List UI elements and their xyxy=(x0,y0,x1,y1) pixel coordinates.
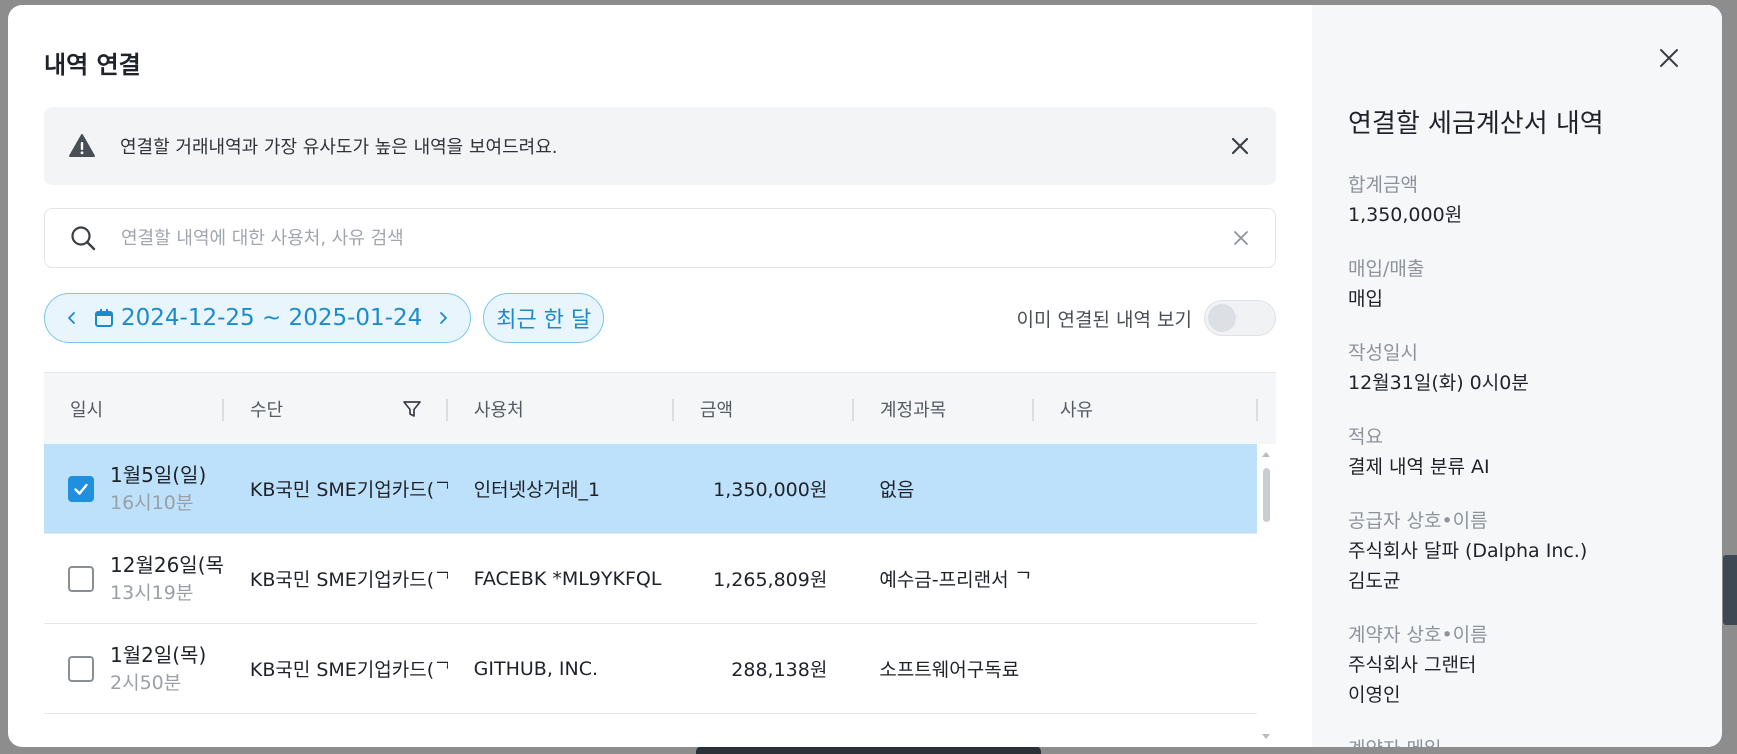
close-alert-icon[interactable] xyxy=(1228,134,1252,158)
field-value: 매입 xyxy=(1348,288,1383,310)
column-header-reason: 사유 xyxy=(1034,373,1258,445)
merchant-cell: GITHUB, INC. xyxy=(473,657,599,680)
calendar-icon xyxy=(93,307,115,329)
recent-month-button[interactable]: 최근 한 달 xyxy=(483,293,605,343)
field-value: 주식회사 달파 (Dalpha Inc.) xyxy=(1348,540,1588,562)
row-checkbox[interactable] xyxy=(68,655,94,682)
show-linked-label: 이미 연결된 내역 보기 xyxy=(1016,308,1192,331)
toggle-knob xyxy=(1208,304,1236,332)
show-linked-toggle-group: 이미 연결된 내역 보기 xyxy=(1017,300,1276,336)
row-time: 16시10분 xyxy=(110,491,194,514)
field-label: 작성일시 xyxy=(1348,342,1418,364)
search-input[interactable] xyxy=(121,227,1231,249)
transactions-table: 일시 수단 사용처 금액 계정과목 사유 1월5일(일) 16시10분 KB국민… xyxy=(44,372,1276,747)
amount-cell: 1,265,809원 xyxy=(713,569,828,591)
scrollbar-thumb[interactable] xyxy=(1263,468,1270,522)
row-checkbox[interactable] xyxy=(68,565,94,592)
field-value: 주식회사 그랜터 xyxy=(1348,654,1477,676)
method-cell: KB국민 SME기업카드(ᄀ xyxy=(249,479,448,501)
field-label: 계약자 메일 xyxy=(1348,734,1722,747)
field-value: 12월31일(화) 0시0분 xyxy=(1348,372,1529,394)
detail-field-supplier: 공급자 상호•이름 주식회사 달파 (Dalpha Inc.) 김도균 xyxy=(1348,506,1722,596)
table-row[interactable]: 1월2일(목) 2시50분 KB국민 SME기업카드(ᄀ GITHUB, INC… xyxy=(44,624,1257,714)
alert-text: 연결할 거래내역과 가장 유사도가 높은 내역을 보여드려요. xyxy=(120,137,558,158)
field-label: 공급자 상호•이름 xyxy=(1348,510,1488,532)
row-date: 1월2일(목) xyxy=(110,642,207,667)
modal-title: 내역 연결 xyxy=(44,51,141,79)
account-cell: 예수금-프리랜서 ᄀ xyxy=(879,569,1033,591)
column-header-label: 사유 xyxy=(1060,399,1094,421)
filter-row: 2024-12-25 ~ 2025-01-24 최근 한 달 이미 연결된 내역… xyxy=(44,293,1276,343)
detail-field-created: 작성일시 12월31일(화) 0시0분 xyxy=(1348,338,1722,398)
table-row[interactable]: 1월5일(일) 16시10분 KB국민 SME기업카드(ᄀ 인터넷상거래_1 1… xyxy=(44,444,1257,534)
close-modal-icon[interactable] xyxy=(1654,43,1684,73)
row-time: 2시50분 xyxy=(110,671,182,694)
table-body: 1월5일(일) 16시10분 KB국민 SME기업카드(ᄀ 인터넷상거래_1 1… xyxy=(44,444,1276,747)
column-header-label: 수단 xyxy=(250,399,284,421)
account-cell: 없음 xyxy=(879,479,915,501)
tax-invoice-detail-panel: 연결할 세금계산서 내역 합계금액 1,350,000원 매입/매출 매입 작성… xyxy=(1312,5,1722,747)
detail-field-type: 매입/매출 매입 xyxy=(1348,254,1722,314)
column-header-label: 금액 xyxy=(700,399,734,421)
clear-search-icon[interactable] xyxy=(1231,228,1251,248)
detail-panel-title: 연결할 세금계산서 내역 xyxy=(1348,109,1604,139)
field-value-secondary: 김도균 xyxy=(1348,570,1401,592)
field-label: 적요 xyxy=(1348,426,1383,448)
amount-cell: 1,350,000원 xyxy=(713,479,828,501)
amount-cell: 288,138원 xyxy=(731,659,828,681)
backdrop-element xyxy=(696,746,1041,754)
link-transactions-modal: 내역 연결 연결할 거래내역과 가장 유사도가 높은 내역을 보여드려요. 연결… xyxy=(8,5,1722,747)
field-value-secondary: 이영인 xyxy=(1348,684,1401,706)
column-header-method: 수단 xyxy=(224,373,448,445)
account-cell: 소프트웨어구독료 xyxy=(879,659,1020,681)
show-linked-toggle[interactable] xyxy=(1204,300,1276,336)
merchant-cell: FACEBK *ML9YKFQL xyxy=(473,567,662,590)
date-range-picker[interactable]: 2024-12-25 ~ 2025-01-24 xyxy=(44,293,472,343)
merchant-cell: 인터넷상거래_1 xyxy=(473,479,601,501)
info-alert: 연결할 거래내역과 가장 유사도가 높은 내역을 보여드려요. xyxy=(44,107,1276,185)
table-row[interactable]: 12월26일(목) 13시19분 KB국민 SME기업카드(ᄀ FACEBK *… xyxy=(44,534,1257,624)
chevron-left-icon[interactable] xyxy=(63,309,81,327)
backdrop-element xyxy=(1723,555,1737,625)
scroll-up-arrow[interactable] xyxy=(1262,452,1270,457)
column-header-date: 일시 xyxy=(44,373,224,445)
row-date: 1월5일(일) xyxy=(110,462,207,487)
check-icon xyxy=(74,483,88,495)
modal-main-panel: 내역 연결 연결할 거래내역과 가장 유사도가 높은 내역을 보여드려요. 연결… xyxy=(8,5,1312,747)
method-cell: KB국민 SME기업카드(ᄀ xyxy=(249,569,448,591)
column-header-account: 계정과목 xyxy=(854,373,1034,445)
column-header-label: 일시 xyxy=(70,399,104,421)
table-header: 일시 수단 사용처 금액 계정과목 사유 xyxy=(44,372,1276,444)
column-header-label: 사용처 xyxy=(474,399,524,421)
filter-funnel-icon[interactable] xyxy=(402,399,422,419)
search-icon xyxy=(69,224,97,252)
column-header-label: 계정과목 xyxy=(880,399,947,421)
chevron-right-icon[interactable] xyxy=(434,309,452,327)
field-label: 계약자 상호•이름 xyxy=(1348,624,1488,646)
row-date: 12월26일(목) xyxy=(110,552,224,577)
date-cell: 1월2일(목) 2시50분 xyxy=(44,641,224,697)
date-cell: 1월5일(일) 16시10분 xyxy=(44,461,224,517)
field-value: 1,350,000원 xyxy=(1348,204,1463,226)
table-scrollbar[interactable] xyxy=(1257,444,1276,747)
date-range-text: 2024-12-25 ~ 2025-01-24 xyxy=(121,305,423,331)
detail-field-contractor: 계약자 상호•이름 주식회사 그랜터 이영인 xyxy=(1348,620,1722,710)
column-header-amount: 금액 xyxy=(674,373,854,445)
detail-field-memo: 적요 결제 내역 분류 AI xyxy=(1348,422,1722,482)
scroll-down-arrow[interactable] xyxy=(1262,734,1270,739)
search-box xyxy=(44,208,1276,268)
row-time: 13시19분 xyxy=(110,581,194,604)
field-value: 결제 내역 분류 AI xyxy=(1348,456,1490,478)
date-cell: 12월26일(목) 13시19분 xyxy=(44,551,224,607)
detail-field-total: 합계금액 1,350,000원 xyxy=(1348,170,1722,230)
warning-icon xyxy=(68,132,96,160)
column-header-merchant: 사용처 xyxy=(448,373,674,445)
field-label: 합계금액 xyxy=(1348,174,1418,196)
detail-field-contractor-email: 계약자 메일 xyxy=(1348,734,1722,747)
method-cell: KB국민 SME기업카드(ᄀ xyxy=(249,659,448,681)
row-checkbox[interactable] xyxy=(68,475,94,502)
field-label: 매입/매출 xyxy=(1348,258,1425,280)
